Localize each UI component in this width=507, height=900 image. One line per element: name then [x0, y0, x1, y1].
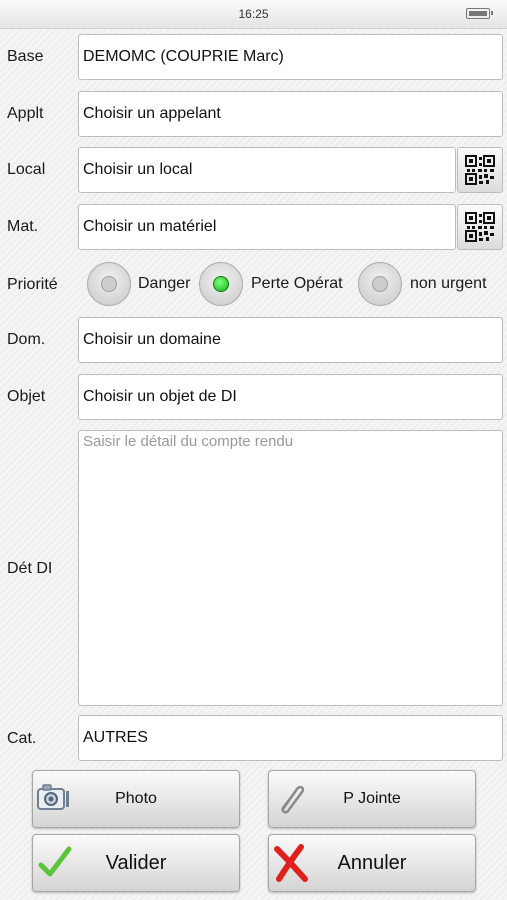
- base-field[interactable]: DEMOMC (COUPRIE Marc): [78, 34, 503, 80]
- cat-field[interactable]: AUTRES: [78, 715, 503, 761]
- radio-indicator: [101, 276, 117, 292]
- photo-button[interactable]: Photo: [32, 770, 240, 828]
- base-label: Base: [7, 48, 44, 65]
- radio-non-urgent[interactable]: [358, 262, 402, 306]
- valider-button[interactable]: Valider: [32, 834, 240, 892]
- camera-icon: [37, 784, 69, 810]
- qr-code-icon: [465, 212, 495, 242]
- cross-icon: [274, 844, 308, 882]
- p-jointe-button[interactable]: P Jointe: [268, 770, 476, 828]
- det-di-textarea[interactable]: Saisir le détail du compte rendu: [78, 430, 503, 706]
- local-scan-button[interactable]: [457, 147, 503, 193]
- radio-indicator: [213, 276, 229, 292]
- status-bar: 16:25: [0, 0, 507, 29]
- battery-icon: [466, 8, 493, 19]
- priorite-label: Priorité: [7, 276, 58, 293]
- mat-field[interactable]: Choisir un matériel: [78, 204, 456, 250]
- radio-danger-label[interactable]: Danger: [138, 275, 190, 293]
- paperclip-icon: [281, 785, 305, 814]
- valider-button-label: Valider: [105, 851, 167, 874]
- local-label: Local: [7, 161, 46, 178]
- radio-indicator: [372, 276, 388, 292]
- applt-label: Applt: [7, 105, 44, 122]
- dom-field[interactable]: Choisir un domaine: [78, 317, 503, 363]
- radio-perte-operat[interactable]: [199, 262, 243, 306]
- cat-label: Cat.: [7, 730, 37, 747]
- qr-code-icon: [465, 155, 495, 185]
- annuler-button[interactable]: Annuler: [268, 834, 476, 892]
- status-time: 16:25: [238, 7, 269, 21]
- photo-button-label: Photo: [115, 790, 157, 807]
- p-jointe-button-label: P Jointe: [343, 790, 401, 807]
- radio-danger[interactable]: [87, 262, 131, 306]
- radio-perte-operat-label[interactable]: Perte Opérat: [251, 275, 343, 293]
- checkmark-icon: [38, 846, 72, 877]
- objet-label: Objet: [7, 388, 46, 405]
- radio-non-urgent-label[interactable]: non urgent: [410, 275, 487, 293]
- mat-scan-button[interactable]: [457, 204, 503, 250]
- applt-field[interactable]: Choisir un appelant: [78, 91, 503, 137]
- local-field[interactable]: Choisir un local: [78, 147, 456, 193]
- annuler-button-label: Annuler: [337, 851, 407, 874]
- objet-field[interactable]: Choisir un objet de DI: [78, 374, 503, 420]
- dom-label: Dom.: [7, 331, 46, 348]
- det-di-placeholder: Saisir le détail du compte rendu: [83, 433, 294, 450]
- mat-label: Mat.: [7, 218, 39, 235]
- det-di-label: Dét DI: [7, 560, 53, 577]
